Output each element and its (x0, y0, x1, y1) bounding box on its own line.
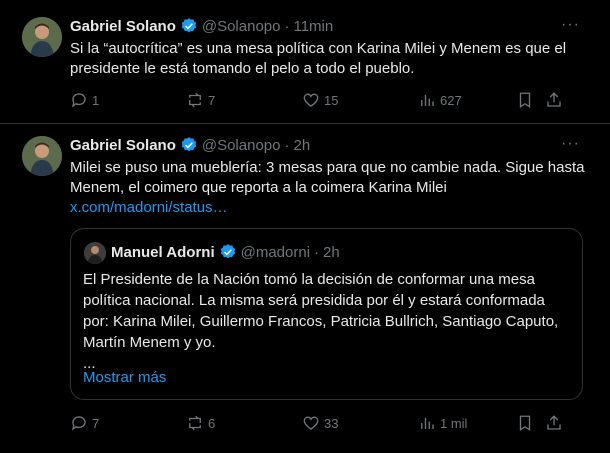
tweet-link[interactable]: x.com/madorni/status… (70, 199, 228, 216)
verified-badge-icon (181, 18, 197, 33)
like-button[interactable]: 33 (302, 414, 338, 432)
heart-icon (303, 416, 319, 430)
repost-count: 7 (208, 92, 216, 108)
quoted-header: Manuel Adorni @madorni · 2h (111, 243, 340, 261)
more-options-icon[interactable]: ··· (561, 135, 580, 153)
tweet[interactable]: Gabriel Solano @Solanopo · 11min ··· Si … (0, 0, 610, 124)
tweet-text: Si la “autocrítica” es una mesa política… (70, 40, 567, 77)
quoted-text: El Presidente de la Nación tomó la decis… (83, 269, 573, 374)
author-name[interactable]: Gabriel Solano (70, 137, 176, 154)
verified-badge-icon (220, 244, 235, 259)
tweet-header: Gabriel Solano @Solanopo · 11min (70, 16, 333, 36)
quoted-body: El Presidente de la Nación tomó la decis… (83, 271, 559, 351)
avatar[interactable] (22, 136, 62, 176)
more-options-icon[interactable]: ··· (561, 16, 580, 34)
quoted-tweet[interactable]: Manuel Adorni @madorni · 2h El President… (70, 228, 583, 400)
repost-button[interactable]: 7 (186, 91, 215, 109)
separator-dot: · (284, 17, 290, 35)
show-more-link[interactable]: Mostrar más (83, 369, 166, 386)
reply-icon (71, 93, 86, 108)
avatar-image (22, 17, 62, 57)
tweet[interactable]: Gabriel Solano @Solanopo · 2h ··· Milei … (0, 124, 610, 453)
bookmark-button[interactable] (516, 414, 538, 432)
views-icon (421, 417, 434, 429)
like-count: 33 (324, 415, 339, 431)
share-button[interactable] (545, 414, 567, 432)
views-button[interactable]: 627 (418, 91, 462, 109)
timestamp[interactable]: 2h (293, 137, 310, 154)
separator-dot: · (284, 136, 290, 154)
view-count: 1 mil (440, 415, 468, 431)
repost-button[interactable]: 6 (186, 414, 215, 432)
tweet-header: Gabriel Solano @Solanopo · 2h (70, 135, 310, 155)
views-icon (421, 94, 434, 106)
heart-icon (303, 93, 319, 107)
share-icon (547, 415, 561, 430)
quoted-timestamp: 2h (323, 243, 340, 261)
views-button[interactable]: 1 mil (418, 414, 467, 432)
quoted-author-handle: @madorni (240, 243, 311, 261)
share-icon (547, 92, 561, 107)
repost-icon (189, 415, 201, 431)
like-count: 15 (324, 92, 339, 108)
verified-badge-icon (181, 137, 197, 152)
reply-count: 1 (92, 92, 100, 108)
reply-icon (71, 416, 86, 431)
timestamp[interactable]: 11min (293, 18, 333, 35)
reply-button[interactable]: 7 (70, 414, 99, 432)
avatar[interactable] (22, 17, 62, 57)
tweet-actions: 1 7 15 627 (70, 91, 588, 111)
author-handle[interactable]: @Solanopo (202, 18, 281, 35)
quoted-avatar-image (84, 242, 106, 264)
reply-count: 7 (92, 415, 100, 431)
tweet-text: Milei se puso una mueblería: 3 mesas par… (70, 158, 590, 218)
author-handle[interactable]: @Solanopo (202, 137, 281, 154)
quoted-author-name: Manuel Adorni (111, 243, 215, 261)
repost-count: 6 (208, 415, 216, 431)
reply-button[interactable]: 1 (70, 91, 99, 109)
separator-dot: · (314, 243, 320, 261)
repost-icon (189, 92, 201, 108)
bookmark-button[interactable] (516, 91, 538, 109)
tweet-body: Milei se puso una mueblería: 3 mesas par… (70, 159, 585, 196)
avatar-image (22, 136, 62, 176)
bookmark-icon (519, 415, 531, 432)
quoted-avatar (84, 242, 106, 264)
tweet-actions: 7 6 33 1 mil (70, 414, 588, 434)
bookmark-icon (519, 92, 531, 109)
share-button[interactable] (545, 91, 567, 109)
like-button[interactable]: 15 (302, 91, 338, 109)
view-count: 627 (440, 92, 462, 108)
author-name[interactable]: Gabriel Solano (70, 18, 176, 35)
